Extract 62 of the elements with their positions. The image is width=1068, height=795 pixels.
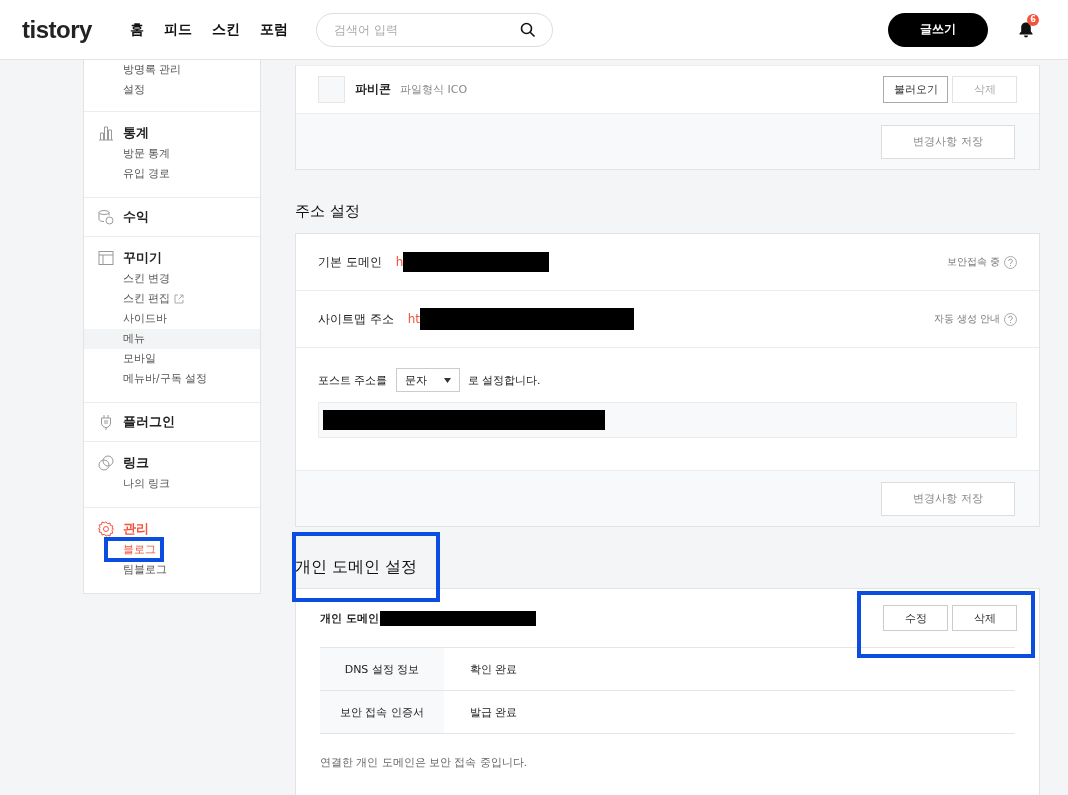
table-cell-text: 발급 완료 [469, 704, 518, 721]
notification-badge: 6 [1027, 14, 1039, 26]
field-label: 개인 도메인 [320, 610, 379, 626]
sidebar-item[interactable]: 메뉴바/구독 설정 [123, 372, 207, 386]
domain-button[interactable]: 삭제 [952, 605, 1017, 631]
url-format-select[interactable]: 문자 [395, 368, 460, 392]
highlight-frame [104, 537, 164, 562]
favicon-button[interactable]: 불러오기 [883, 76, 948, 103]
sidebar-item[interactable]: 팀블로그 [123, 563, 167, 577]
coins-icon [98, 209, 114, 225]
favicon-label: 파비콘 [355, 81, 391, 98]
save-button[interactable]: 변경사항 저장 [881, 124, 1015, 159]
help-text: 자동 생성 안내 [933, 312, 1000, 326]
sidebar-item-highlight[interactable]: 메뉴 [84, 329, 260, 349]
link-icon [98, 455, 114, 471]
sidebar-group-title[interactable]: 수익 [123, 209, 149, 225]
sidebar-item[interactable]: 설정 [123, 83, 145, 97]
sidebar-group-title[interactable]: 플러그인 [123, 414, 175, 430]
section-title: 개인 도메인 설정 [295, 557, 419, 578]
sidebar-item[interactable]: 스킨 변경 [123, 272, 171, 286]
sidebar-item[interactable]: 메뉴 [123, 332, 145, 346]
sidebar-item[interactable]: 모바일 [123, 352, 156, 366]
post-address-label: 포스트 주소를 [318, 372, 388, 388]
sidebar-item[interactable]: 스킨 편집 [123, 292, 171, 306]
bell-icon[interactable] [1018, 21, 1034, 38]
caret-icon [443, 377, 451, 383]
url-text: ht [407, 312, 420, 326]
sidebar-item[interactable]: 유입 경로 [123, 167, 171, 181]
table-header-cell: DNS 설정 정보 [320, 648, 444, 690]
nav-link[interactable]: 홈 [129, 20, 144, 39]
field-label: 기본 도메인 [318, 254, 382, 270]
info-text: 연결한 개인 도메인은 보안 접속 중입니다. [320, 756, 529, 770]
sidebar-item[interactable]: 사이드바 [123, 312, 167, 326]
help-text: 보안접속 중 [946, 255, 1000, 269]
sidebar-item[interactable]: 방문 통계 [123, 147, 171, 161]
sidebar-item[interactable]: 블로그 [123, 543, 156, 557]
layout-icon [98, 250, 114, 266]
field-label: 사이트맵 주소 [318, 311, 394, 327]
sidebar-item[interactable]: 나의 링크 [123, 477, 171, 491]
write-button[interactable]: 글쓰기 [888, 12, 988, 47]
favicon-hint: 파일형식 ICO [400, 82, 468, 97]
sidebar-item[interactable]: 방명록 관리 [123, 63, 182, 77]
save-button[interactable]: 변경사항 저장 [881, 481, 1015, 516]
nav-link[interactable]: 포럼 [259, 20, 288, 39]
plug-icon [98, 414, 114, 430]
search-field[interactable]: 검색어 입력 [315, 12, 553, 47]
favicon-preview [318, 76, 345, 103]
sidebar-group-title[interactable]: 꾸미기 [123, 250, 162, 266]
domain-button[interactable]: 수정 [883, 605, 948, 631]
sidebar-group-title[interactable]: 통계 [123, 125, 149, 141]
table-header-cell: 보안 접속 인증서 [320, 691, 444, 733]
url-text: h [395, 255, 404, 269]
search-icon[interactable] [519, 21, 536, 38]
table-cell-text: 확인 완료 [469, 661, 518, 678]
gear-icon [98, 521, 114, 537]
nav-link[interactable]: 스킨 [211, 20, 240, 39]
logo[interactable]: tistory [22, 15, 92, 44]
post-address-suffix: 로 설정합니다. [467, 372, 541, 388]
bar-chart-icon [98, 125, 114, 141]
section-title: 주소 설정 [295, 202, 361, 221]
nav-link[interactable]: 피드 [163, 20, 192, 39]
sidebar-group-title[interactable]: 링크 [123, 455, 149, 471]
